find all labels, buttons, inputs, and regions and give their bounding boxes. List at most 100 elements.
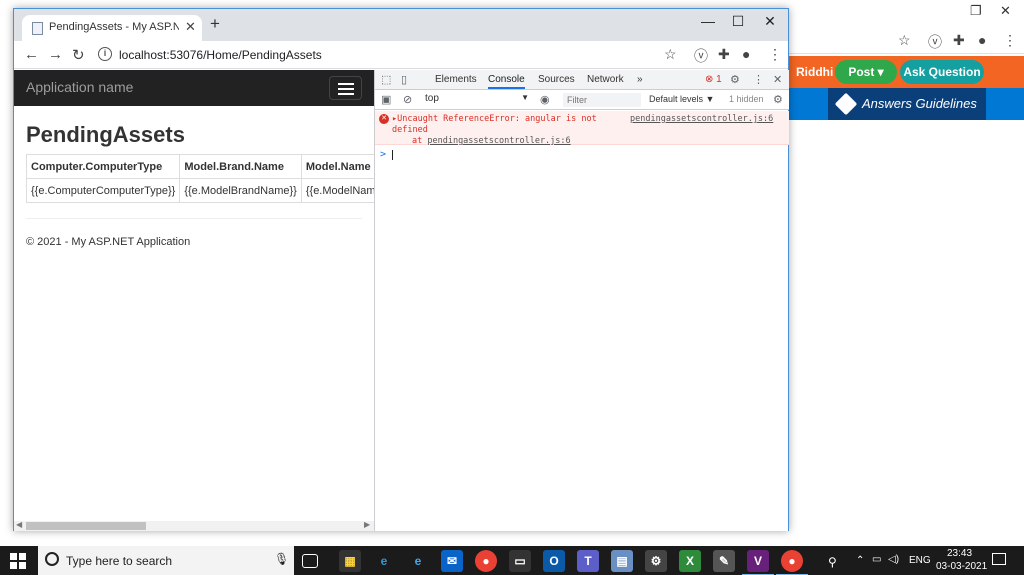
url-text[interactable]: localhost:53076/Home/PendingAssets — [119, 48, 322, 62]
show-hidden-icons-icon[interactable]: ⌃ — [856, 555, 864, 566]
site-navbar: Application name — [14, 70, 374, 106]
inspect-element-icon[interactable]: ⬚ — [381, 73, 391, 86]
close-icon[interactable]: ✕ — [1000, 3, 1011, 19]
chrome-icon[interactable]: ● — [475, 550, 497, 572]
tab-network[interactable]: Network — [587, 74, 624, 85]
star-icon[interactable]: ☆ — [898, 32, 911, 49]
new-tab-icon[interactable]: + — [210, 14, 220, 34]
post-button[interactable]: Post ▾ — [835, 60, 897, 84]
console-settings-icon[interactable]: ⚙ — [773, 93, 783, 106]
vivaldi-icon[interactable]: ⓥ — [928, 32, 942, 52]
tab-console[interactable]: Console — [488, 74, 525, 89]
more-tabs-icon[interactable]: » — [637, 74, 643, 85]
devtools-menu-icon[interactable]: ⋮ — [753, 73, 764, 86]
file-explorer-icon[interactable]: ▭ — [509, 550, 531, 572]
extensions-icon[interactable]: ✚ — [718, 46, 730, 63]
taskbar-search-box[interactable]: Type here to search 🎙 — [38, 546, 294, 575]
tab-elements[interactable]: Elements — [435, 74, 477, 85]
outlook-icon[interactable]: O — [543, 550, 565, 572]
restore-icon[interactable]: ❐ — [970, 3, 982, 19]
profile-icon[interactable]: ● — [978, 32, 986, 48]
stack-source-link[interactable]: pendingassetscontroller.js:6 — [427, 136, 570, 146]
mail-icon[interactable]: ✉ — [441, 550, 463, 572]
maximize-icon[interactable]: ☐ — [728, 13, 748, 30]
visual-studio-icon[interactable]: V — [742, 550, 774, 575]
site-header: Riddhi Post ▾ Ask Question — [788, 56, 1024, 88]
site-info-icon[interactable]: i — [98, 47, 112, 61]
user-name[interactable]: Riddhi — [796, 65, 833, 79]
notepad-icon[interactable]: ▤ — [611, 550, 633, 572]
windows-logo-icon — [19, 562, 26, 569]
microphone-icon[interactable]: 🎙 — [274, 552, 289, 566]
brand-link[interactable]: Application name — [26, 79, 133, 95]
table-cell: {{e.ComputerComputerType}} — [25, 178, 181, 203]
close-devtools-icon[interactable]: ✕ — [773, 73, 782, 86]
clock-time[interactable]: 23:43 — [947, 548, 972, 559]
answers-guidelines-button[interactable]: Answers Guidelines — [828, 88, 986, 120]
console-filter-input[interactable] — [563, 93, 641, 107]
table-header-row: Computer.ComputerType Model.Brand.Name M… — [25, 154, 374, 179]
log-levels-dropdown[interactable]: Default levels ▼ — [649, 94, 714, 104]
language-indicator[interactable]: ENG — [909, 555, 931, 566]
horizontal-scrollbar[interactable]: ◀ ▶ — [14, 520, 374, 531]
device-toolbar-icon[interactable]: ▯ — [401, 73, 407, 86]
settings-app-icon[interactable]: ⚙ — [645, 550, 667, 572]
ask-question-button[interactable]: Ask Question — [900, 60, 984, 84]
scroll-right-icon[interactable]: ▶ — [364, 520, 370, 529]
chrome-active-icon[interactable]: ● — [776, 550, 808, 575]
error-stack-line: at pendingassetscontroller.js:6 — [412, 136, 571, 146]
clock-date[interactable]: 03-03-2021 — [936, 561, 987, 572]
navbar-toggle-button[interactable] — [329, 76, 362, 100]
browser-menu-icon[interactable]: ⋮ — [768, 46, 782, 63]
close-tab-icon[interactable]: ✕ — [185, 19, 196, 35]
live-expression-eye-icon[interactable]: ◉ — [540, 93, 550, 106]
puzzle-icon[interactable]: ✚ — [953, 32, 965, 49]
background-titlebar: ❐ ✕ — [788, 0, 1024, 22]
volume-icon[interactable]: ◁) — [888, 554, 899, 565]
close-window-icon[interactable]: ✕ — [760, 13, 780, 30]
edge-icon[interactable]: e — [407, 550, 429, 572]
tab-sources[interactable]: Sources — [538, 74, 575, 85]
start-button[interactable] — [10, 553, 26, 569]
vivaldi-icon[interactable]: ⓥ — [694, 46, 708, 66]
background-toolbar: ☆ ⓥ ✚ ● ⋮ — [788, 26, 1024, 54]
edge-legacy-icon[interactable]: e — [373, 550, 395, 572]
bookmark-star-icon[interactable]: ☆ — [664, 46, 677, 63]
clear-console-icon[interactable]: ⊘ — [403, 93, 412, 106]
error-count-badge[interactable]: ⊗ 1 — [705, 74, 722, 85]
back-icon[interactable]: ← — [24, 46, 39, 63]
column-header: Model.Brand.Name — [179, 154, 302, 179]
forward-icon[interactable]: → — [48, 46, 63, 63]
settings-gear-icon[interactable]: ⚙ — [730, 73, 740, 86]
notifications-icon[interactable] — [992, 553, 1006, 565]
error-source-link[interactable]: pendingassetscontroller.js:6 — [630, 114, 773, 124]
console-error-message[interactable]: ✕ ▸Uncaught ReferenceError: angular is n… — [375, 111, 789, 146]
scrollbar-thumb[interactable] — [26, 522, 146, 530]
divider — [26, 218, 362, 219]
menu-icon[interactable]: ⋮ — [1003, 32, 1017, 49]
column-header: Model.Name — [300, 154, 374, 179]
scroll-left-icon[interactable]: ◀ — [16, 520, 22, 529]
task-view-icon[interactable] — [302, 554, 318, 568]
people-icon[interactable]: ⚲ — [828, 555, 837, 569]
page-viewport: Application name PendingAssets Computer.… — [14, 70, 374, 521]
devtools-tab-bar: ⬚ ▯ Elements Console Sources Network » ⊗… — [375, 70, 789, 90]
reload-icon[interactable]: ↻ — [72, 46, 85, 64]
paint-icon[interactable]: ✎ — [713, 550, 735, 572]
page-footer: © 2021 - My ASP.NET Application — [26, 236, 191, 248]
minimize-icon[interactable]: — — [698, 13, 718, 29]
context-select[interactable]: top ▼ — [425, 93, 529, 107]
show-sidebar-icon[interactable]: ▣ — [381, 93, 391, 106]
browser-toolbar: ← → ↻ i localhost:53076/Home/PendingAsse… — [14, 41, 788, 69]
teams-icon[interactable]: T — [577, 550, 599, 572]
error-count: 1 — [716, 74, 722, 85]
profile-icon[interactable]: ● — [742, 46, 750, 62]
browser-window: PendingAssets - My ASP.NET App ✕ + — ☐ ✕… — [13, 8, 789, 531]
address-bar[interactable]: i localhost:53076/Home/PendingAssets — [94, 44, 694, 66]
console-input-caret[interactable] — [392, 150, 393, 160]
network-icon[interactable]: ▭ — [872, 554, 881, 565]
tab-pendingassets[interactable]: PendingAssets - My ASP.NET App ✕ — [22, 15, 202, 41]
store-icon[interactable]: ▦ — [339, 550, 361, 572]
error-text-cont: defined — [392, 125, 428, 135]
spreadsheet-icon[interactable]: X — [679, 550, 701, 572]
